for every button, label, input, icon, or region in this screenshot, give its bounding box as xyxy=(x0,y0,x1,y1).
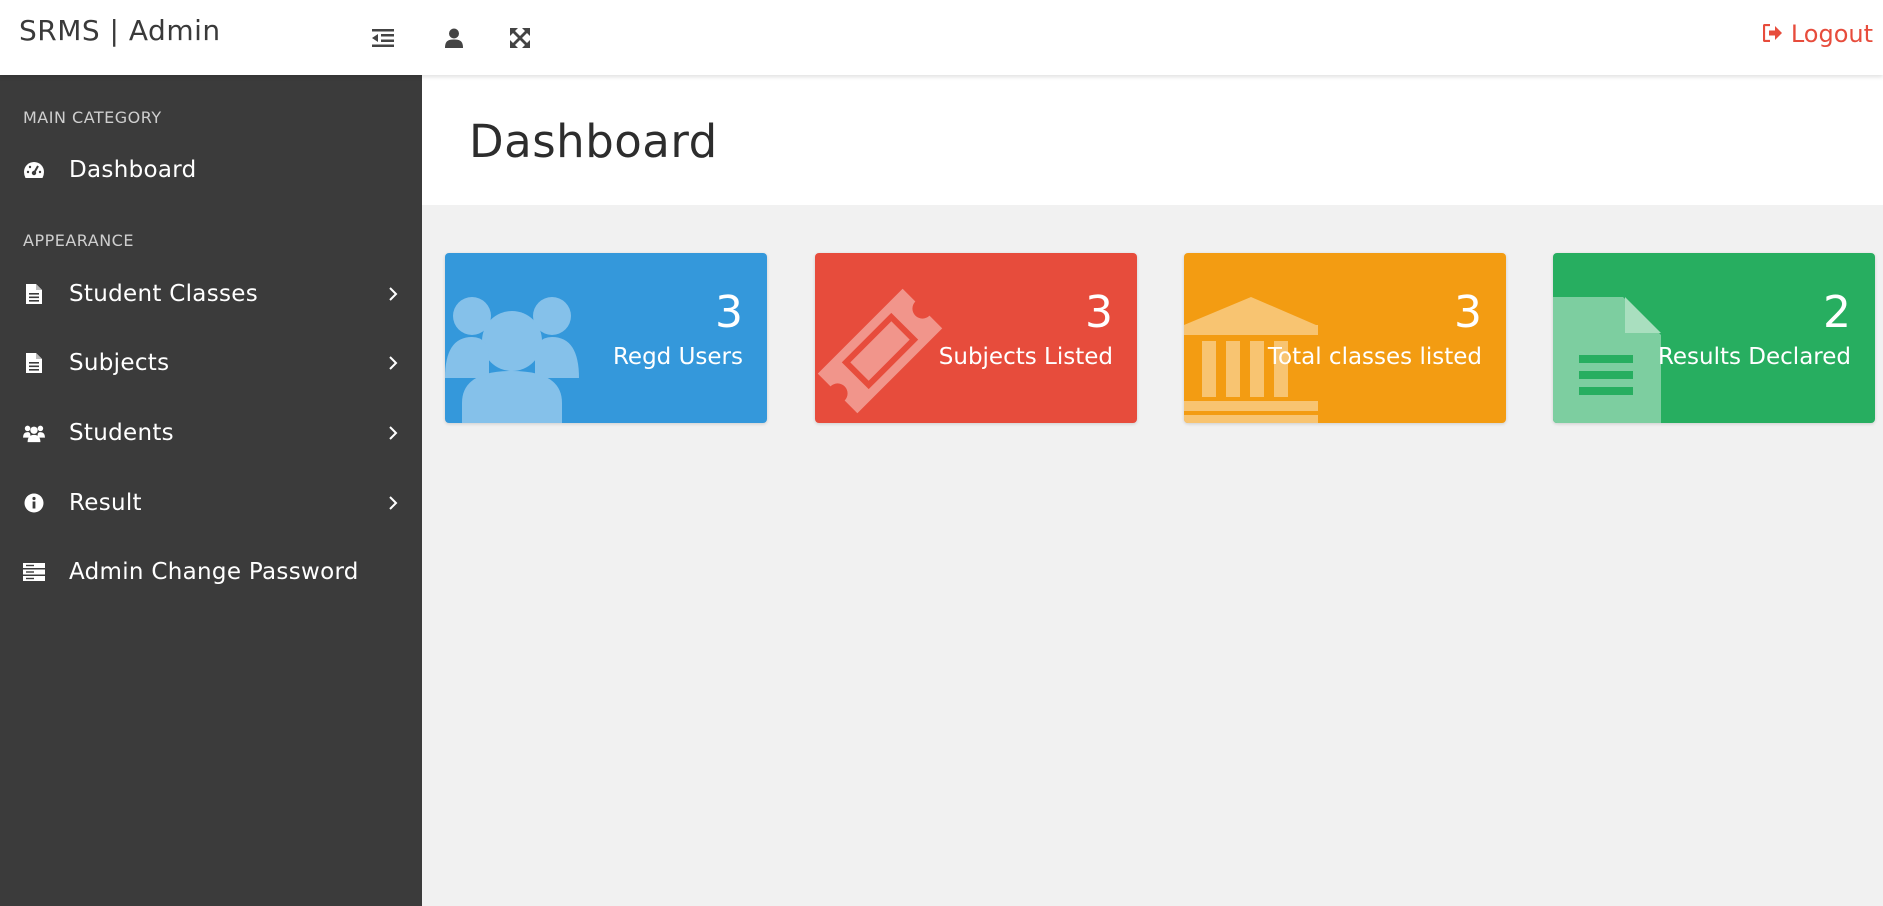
logout-button[interactable]: Logout xyxy=(1762,20,1873,48)
sidebar-toggle-icon[interactable] xyxy=(367,22,399,54)
chevron-right-icon xyxy=(389,356,398,370)
users-icon xyxy=(445,297,579,423)
bank-icon xyxy=(1184,297,1318,423)
sidebar: MAIN CATEGORY Dashboard APPEARANCE Stude… xyxy=(0,75,422,906)
page-title: Dashboard xyxy=(469,115,718,168)
ticket-icon xyxy=(817,288,943,414)
sidebar-item-subjects[interactable]: Subjects xyxy=(0,335,422,391)
card-label: Regd Users xyxy=(612,344,743,370)
file-icon xyxy=(1553,297,1661,423)
sign-out-icon xyxy=(1762,20,1783,48)
info-icon xyxy=(23,492,45,514)
sidebar-item-label: Dashboard xyxy=(69,157,197,183)
main-category-heading: MAIN CATEGORY xyxy=(23,108,162,127)
server-icon xyxy=(23,561,45,583)
sidebar-item-label: Subjects xyxy=(69,350,170,376)
brand-title[interactable]: SRMS | Admin xyxy=(19,14,221,47)
dashboard-icon xyxy=(23,159,45,181)
sidebar-item-student-classes[interactable]: Student Classes xyxy=(0,266,422,322)
users-icon xyxy=(23,422,45,444)
page-header: Dashboard xyxy=(422,75,1883,205)
file-icon xyxy=(23,283,45,305)
results-declared-card[interactable]: 2 Results Declared xyxy=(1553,253,1875,423)
sidebar-item-label: Admin Change Password xyxy=(69,559,359,585)
card-value: 3 xyxy=(1085,287,1113,338)
sidebar-item-label: Result xyxy=(69,490,142,516)
card-label: Subjects Listed xyxy=(938,344,1113,370)
regd-users-card[interactable]: 3 Regd Users xyxy=(445,253,767,423)
user-icon[interactable] xyxy=(438,22,470,54)
chevron-right-icon xyxy=(389,426,398,440)
sidebar-item-label: Students xyxy=(69,420,174,446)
sidebar-item-dashboard[interactable]: Dashboard xyxy=(0,142,422,198)
sidebar-item-label: Student Classes xyxy=(69,281,258,307)
file-icon xyxy=(23,352,45,374)
logout-label: Logout xyxy=(1790,20,1873,48)
card-value: 3 xyxy=(715,287,743,338)
top-bar: SRMS | Admin Logout xyxy=(0,0,1883,75)
card-value: 2 xyxy=(1823,287,1851,338)
card-label: Results Declared xyxy=(1657,344,1851,370)
appearance-heading: APPEARANCE xyxy=(23,231,134,250)
sidebar-item-students[interactable]: Students xyxy=(0,405,422,461)
fullscreen-icon[interactable] xyxy=(504,22,536,54)
card-value: 3 xyxy=(1454,287,1482,338)
chevron-right-icon xyxy=(389,496,398,510)
subjects-listed-card[interactable]: 3 Subjects Listed xyxy=(815,253,1137,423)
chevron-right-icon xyxy=(389,287,398,301)
sidebar-item-result[interactable]: Result xyxy=(0,475,422,531)
sidebar-item-admin-change-password[interactable]: Admin Change Password xyxy=(0,544,422,600)
total-classes-card[interactable]: 3 Total classes listed xyxy=(1184,253,1506,423)
card-label: Total classes listed xyxy=(1267,344,1482,370)
